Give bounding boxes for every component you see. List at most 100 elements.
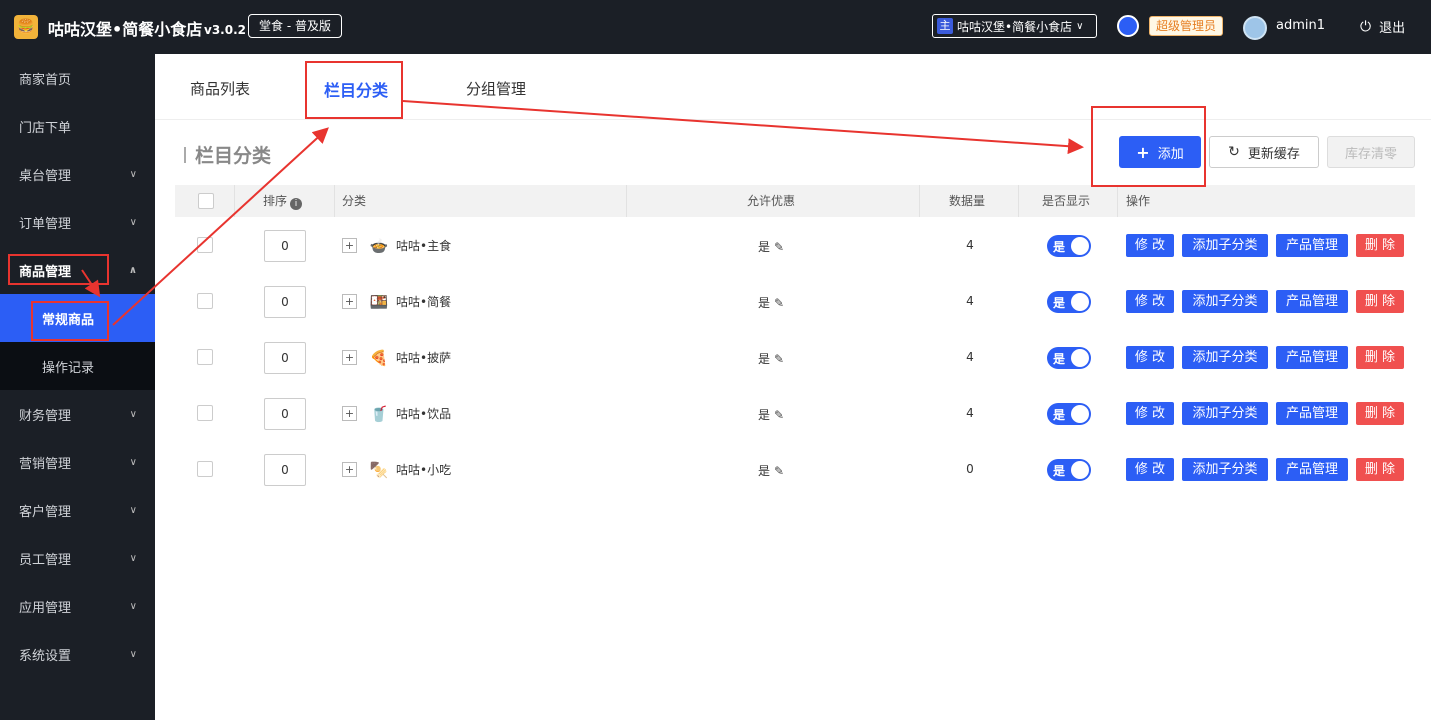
store-select[interactable]: 主 咕咕汉堡•简餐小食店 ∨ bbox=[932, 14, 1097, 38]
sidebar-item-marketing[interactable]: 营销管理 ∨ bbox=[0, 438, 155, 486]
tab-group-management[interactable]: 分组管理 bbox=[466, 78, 526, 99]
add-subcategory-button[interactable]: 添加子分类 bbox=[1182, 234, 1268, 257]
sidebar-item-customers[interactable]: 客户管理 ∨ bbox=[0, 486, 155, 534]
delete-button[interactable]: 删 除 bbox=[1356, 402, 1404, 425]
page-title-text: 栏目分类 bbox=[195, 145, 272, 167]
drink-icon: 🥤 bbox=[369, 405, 389, 423]
info-icon[interactable]: i bbox=[290, 198, 303, 210]
visible-toggle[interactable]: 是 bbox=[1047, 291, 1091, 313]
avatar[interactable] bbox=[1243, 16, 1267, 40]
product-management-button[interactable]: 产品管理 bbox=[1276, 402, 1348, 425]
discount-cell: 是 ✎ bbox=[758, 238, 784, 255]
expand-icon[interactable]: + bbox=[342, 238, 357, 253]
column-divider bbox=[1117, 185, 1118, 217]
status-dot-icon[interactable] bbox=[1117, 15, 1139, 37]
row-checkbox[interactable] bbox=[197, 293, 213, 309]
visible-toggle[interactable]: 是 bbox=[1047, 235, 1091, 257]
edit-button[interactable]: 修 改 bbox=[1126, 402, 1174, 425]
row-checkbox[interactable] bbox=[197, 461, 213, 477]
delete-button[interactable]: 删 除 bbox=[1356, 458, 1404, 481]
skewer-icon: 🍢 bbox=[369, 461, 389, 479]
delete-button[interactable]: 删 除 bbox=[1356, 346, 1404, 369]
sidebar-item-staff[interactable]: 员工管理 ∨ bbox=[0, 534, 155, 582]
clear-stock-button[interactable]: 库存清零 bbox=[1327, 136, 1415, 168]
product-management-button[interactable]: 产品管理 bbox=[1276, 346, 1348, 369]
expand-icon[interactable]: + bbox=[342, 294, 357, 309]
delete-button[interactable]: 删 除 bbox=[1356, 234, 1404, 257]
edition-badge: 堂食 - 普及版 bbox=[248, 14, 342, 38]
app-version: v3.0.2 bbox=[204, 23, 246, 37]
pizza-icon: 🍕 bbox=[369, 349, 389, 367]
edit-button[interactable]: 修 改 bbox=[1126, 290, 1174, 313]
edit-icon[interactable]: ✎ bbox=[774, 408, 784, 422]
sidebar-item-label: 应用管理 bbox=[19, 600, 72, 616]
column-header-count: 数据量 bbox=[949, 194, 986, 208]
edit-button[interactable]: 修 改 bbox=[1126, 346, 1174, 369]
add-subcategory-button[interactable]: 添加子分类 bbox=[1182, 458, 1268, 481]
bowl-icon: 🍲 bbox=[369, 237, 389, 255]
sort-input[interactable]: 0 bbox=[264, 342, 306, 374]
logout-button[interactable]: ⏻ 退出 bbox=[1360, 17, 1405, 37]
username[interactable]: admin1 bbox=[1276, 18, 1325, 33]
add-subcategory-button[interactable]: 添加子分类 bbox=[1182, 402, 1268, 425]
column-divider bbox=[1018, 185, 1019, 217]
discount-cell: 是 ✎ bbox=[758, 462, 784, 479]
sort-input[interactable]: 0 bbox=[264, 286, 306, 318]
delete-button[interactable]: 删 除 bbox=[1356, 290, 1404, 313]
row-checkbox[interactable] bbox=[197, 405, 213, 421]
store-badge: 主 bbox=[937, 18, 953, 34]
sidebar-item-orders[interactable]: 订单管理 ∨ bbox=[0, 198, 155, 246]
chevron-down-icon: ∨ bbox=[129, 168, 137, 180]
sidebar-item-label: 财务管理 bbox=[19, 408, 72, 424]
edit-icon[interactable]: ✎ bbox=[774, 464, 784, 478]
edit-icon[interactable]: ✎ bbox=[774, 352, 784, 366]
refresh-cache-button[interactable]: ↻ 更新缓存 bbox=[1209, 136, 1319, 168]
category-name: 咕咕•小吃 bbox=[396, 463, 452, 477]
visible-toggle[interactable]: 是 bbox=[1047, 347, 1091, 369]
product-management-button[interactable]: 产品管理 bbox=[1276, 458, 1348, 481]
annotation-highlight-regular-products bbox=[31, 301, 109, 341]
expand-icon[interactable]: + bbox=[342, 406, 357, 421]
select-all-checkbox[interactable] bbox=[198, 193, 214, 209]
discount-cell: 是 ✎ bbox=[758, 294, 784, 311]
add-subcategory-button[interactable]: 添加子分类 bbox=[1182, 346, 1268, 369]
row-checkbox[interactable] bbox=[197, 237, 213, 253]
visible-toggle[interactable]: 是 bbox=[1047, 459, 1091, 481]
product-management-button[interactable]: 产品管理 bbox=[1276, 290, 1348, 313]
sort-input[interactable]: 0 bbox=[264, 230, 306, 262]
product-management-button[interactable]: 产品管理 bbox=[1276, 234, 1348, 257]
column-header-category: 分类 bbox=[342, 194, 367, 208]
sidebar-item-finance[interactable]: 财务管理 ∨ bbox=[0, 390, 155, 438]
add-subcategory-button[interactable]: 添加子分类 bbox=[1182, 290, 1268, 313]
sort-input[interactable]: 0 bbox=[264, 454, 306, 486]
edit-icon[interactable]: ✎ bbox=[774, 240, 784, 254]
visible-toggle[interactable]: 是 bbox=[1047, 403, 1091, 425]
chevron-down-icon: ∨ bbox=[1076, 20, 1084, 32]
app-title: 咕咕汉堡•简餐小食店 bbox=[48, 20, 203, 39]
tab-product-list[interactable]: 商品列表 bbox=[190, 78, 250, 99]
category-name: 咕咕•披萨 bbox=[396, 351, 452, 365]
expand-icon[interactable]: + bbox=[342, 350, 357, 365]
edit-icon[interactable]: ✎ bbox=[774, 296, 784, 310]
sidebar-item-label: 订单管理 bbox=[19, 216, 72, 232]
sidebar-item-home[interactable]: 商家首页 bbox=[0, 54, 155, 102]
data-count: 0 bbox=[966, 462, 974, 476]
row-checkbox[interactable] bbox=[197, 349, 213, 365]
discount-cell: 是 ✎ bbox=[758, 406, 784, 423]
edit-button[interactable]: 修 改 bbox=[1126, 458, 1174, 481]
sidebar-item-tables[interactable]: 桌台管理 ∨ bbox=[0, 150, 155, 198]
sidebar-item-settings[interactable]: 系统设置 ∨ bbox=[0, 630, 155, 678]
chevron-down-icon: ∨ bbox=[129, 552, 137, 564]
edit-button[interactable]: 修 改 bbox=[1126, 234, 1174, 257]
toggle-knob bbox=[1071, 293, 1089, 311]
chevron-down-icon: ∨ bbox=[129, 216, 137, 228]
sidebar-item-apps[interactable]: 应用管理 ∨ bbox=[0, 582, 155, 630]
expand-icon[interactable]: + bbox=[342, 462, 357, 477]
sidebar-item-operation-log[interactable]: 操作记录 bbox=[0, 342, 155, 390]
sidebar-item-store-order[interactable]: 门店下单 bbox=[0, 102, 155, 150]
sort-input[interactable]: 0 bbox=[264, 398, 306, 430]
discount-value: 是 bbox=[758, 296, 771, 310]
sidebar-item-label: 客户管理 bbox=[19, 504, 72, 520]
burger-icon: 🍔 bbox=[14, 15, 38, 39]
chevron-down-icon: ∨ bbox=[129, 504, 137, 516]
